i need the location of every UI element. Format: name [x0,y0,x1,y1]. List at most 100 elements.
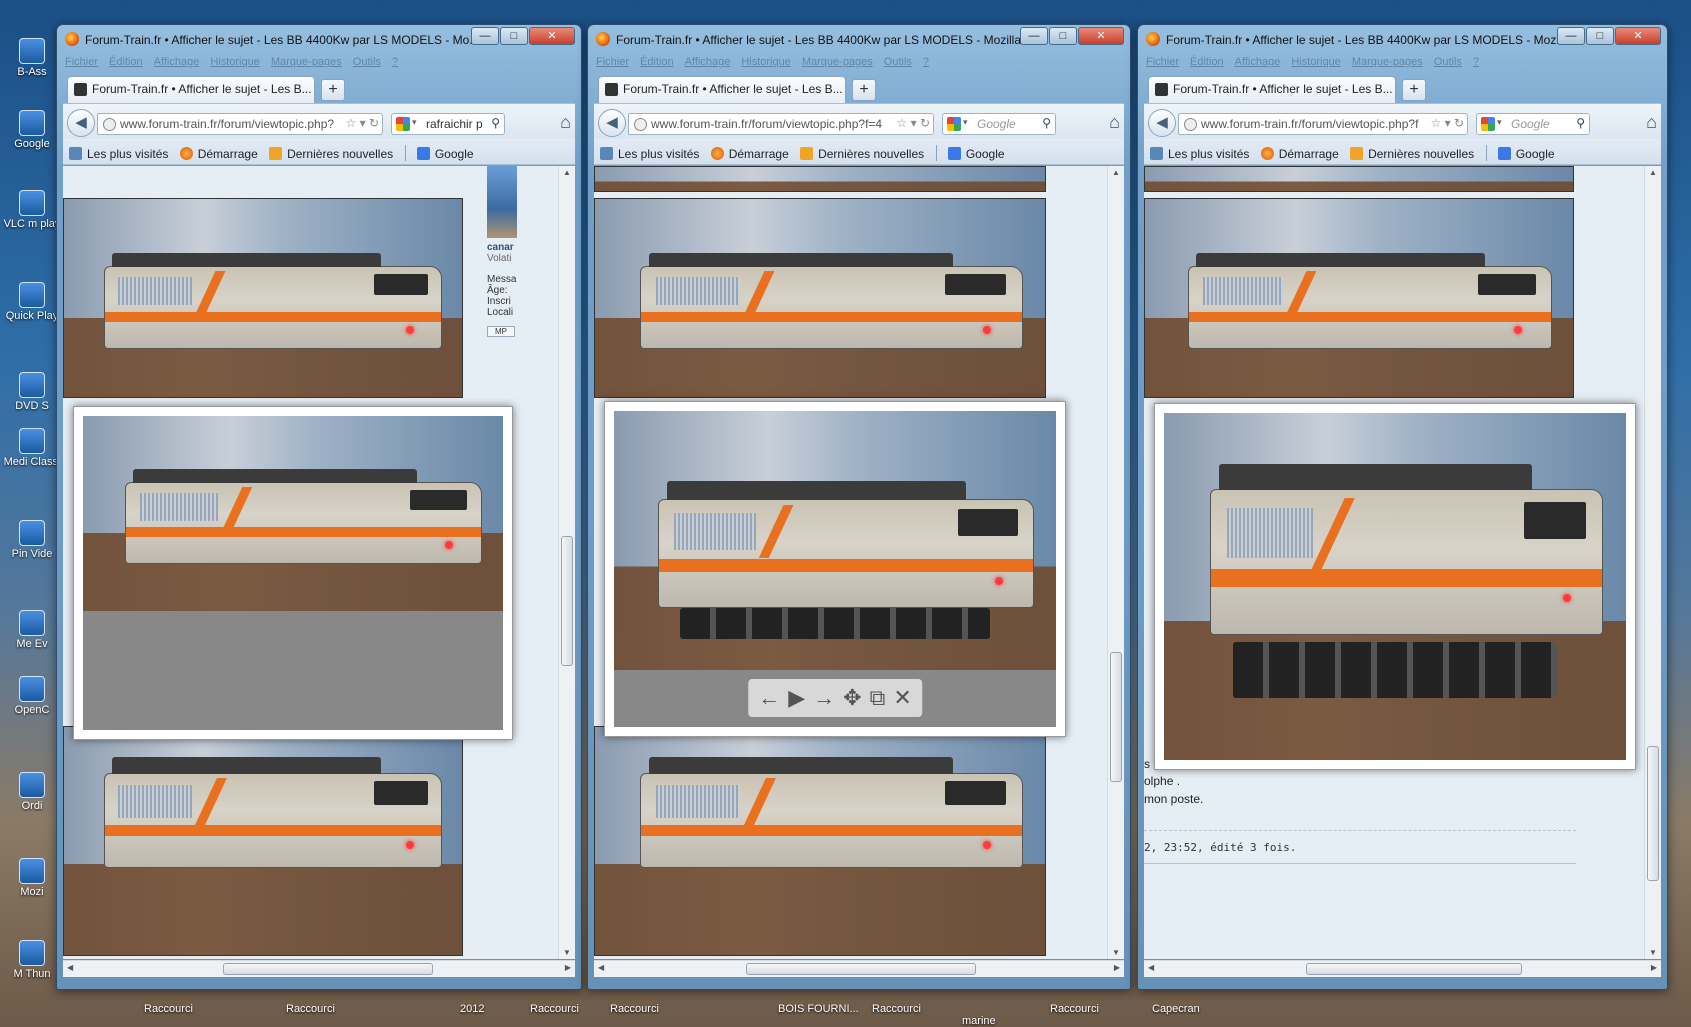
chevron-down-icon[interactable]: ▾ [412,117,417,128]
maximize-button[interactable]: □ [1049,27,1077,45]
reload-icon[interactable]: ↻ [1454,116,1464,130]
menu-edition[interactable]: Édition [640,56,674,68]
chevron-down-icon[interactable]: ▾ [963,117,968,128]
post-photo[interactable] [1144,198,1574,398]
minimize-button[interactable]: — [471,27,499,45]
search-input[interactable]: ▾ Google ⚲ [942,113,1056,135]
bookmark-google[interactable]: Google [947,147,1005,161]
menu-outils[interactable]: Outils [353,56,381,68]
bookmark-most-visited[interactable]: Les plus visités [1150,147,1249,161]
scroll-up-icon[interactable]: ▲ [1112,168,1120,177]
scroll-down-icon[interactable]: ▼ [1649,948,1657,957]
desktop-icon[interactable]: Mozi [2,858,62,898]
menu-affichage[interactable]: Affichage [154,56,200,68]
username[interactable]: canar [487,242,521,253]
scroll-left-icon[interactable]: ◀ [67,963,73,972]
new-tab-button[interactable]: + [1402,79,1426,101]
close-button[interactable]: ✕ [529,27,575,45]
page-content[interactable]: canar Volati Messa Âge: Inscri Locali MP… [63,166,575,959]
browser-window-middle[interactable]: Forum-Train.fr • Afficher le sujet - Les… [587,24,1131,990]
back-button[interactable]: ◀ [598,109,626,137]
menu-outils[interactable]: Outils [884,56,912,68]
desktop-shortcut-label[interactable]: BOIS FOURNI... [778,1003,859,1015]
home-icon[interactable]: ⌂ [1109,112,1120,133]
menu-affichage[interactable]: Affichage [1235,56,1281,68]
arrow-right-icon[interactable]: → [813,685,835,711]
menu-help[interactable]: ? [392,56,398,68]
menu-help[interactable]: ? [1473,56,1479,68]
desktop-shortcut-label[interactable]: Raccourci [1050,1003,1099,1015]
desktop-icon[interactable]: B-Ass [2,38,62,78]
menu-marque-pages[interactable]: Marque-pages [802,56,873,68]
scroll-right-icon[interactable]: ▶ [565,963,571,972]
titlebar[interactable]: Forum-Train.fr • Afficher le sujet - Les… [57,25,581,53]
desktop-icon[interactable]: Me Ev [2,610,62,650]
scroll-thumb[interactable] [223,963,433,975]
menu-historique[interactable]: Historique [1291,56,1341,68]
bookmark-most-visited[interactable]: Les plus visités [600,147,699,161]
menu-help[interactable]: ? [923,56,929,68]
horizontal-scrollbar[interactable]: ◀ ▶ [594,960,1124,977]
browser-window-left[interactable]: Forum-Train.fr • Afficher le sujet - Les… [56,24,582,990]
url-bar[interactable]: www.forum-train.fr/forum/viewtopic.php?f… [628,113,934,135]
desktop-icon[interactable]: DVD S [2,372,62,412]
menu-affichage[interactable]: Affichage [685,56,731,68]
menu-historique[interactable]: Historique [741,56,791,68]
vertical-scrollbar[interactable]: ▲ ▼ [558,166,575,959]
lightbox-overlay[interactable] [73,406,513,740]
menu-fichier[interactable]: Fichier [596,56,629,68]
bookmark-google[interactable]: Google [1497,147,1555,161]
search-icon[interactable]: ⚲ [1576,116,1585,130]
desktop-shortcut-label[interactable]: Raccourci [530,1003,579,1015]
desktop-shortcut-label[interactable]: marine [962,1015,996,1027]
search-input[interactable]: ▾ Google ⚲ [1476,113,1590,135]
bookmark-demarrage[interactable]: Démarrage [710,147,789,161]
horizontal-scrollbar[interactable]: ◀ ▶ [63,960,575,977]
bookmark-dernieres-nouvelles[interactable]: Dernières nouvelles [269,147,393,161]
arrow-left-icon[interactable]: ← [758,685,780,711]
pm-button[interactable]: MP [487,326,515,337]
desktop-icon[interactable]: Ordi [2,772,62,812]
scroll-left-icon[interactable]: ◀ [598,963,604,972]
desktop-icon[interactable]: Google [2,110,62,150]
bookmark-most-visited[interactable]: Les plus visités [69,147,168,161]
menu-marque-pages[interactable]: Marque-pages [271,56,342,68]
desktop-shortcut-label[interactable]: Raccourci [144,1003,193,1015]
chevron-down-icon[interactable]: ▾ [1497,117,1502,128]
play-icon[interactable]: ▶ [788,685,805,711]
url-bar[interactable]: www.forum-train.fr/forum/viewtopic.php? … [97,113,383,135]
menu-fichier[interactable]: Fichier [65,56,98,68]
desktop-shortcut-label[interactable]: Raccourci [286,1003,335,1015]
reload-icon[interactable]: ↻ [920,116,930,130]
close-button[interactable]: ✕ [1078,27,1124,45]
horizontal-scrollbar[interactable]: ◀ ▶ [1144,960,1661,977]
post-photo[interactable] [63,198,463,398]
back-button[interactable]: ◀ [67,109,95,137]
bookmark-google[interactable]: Google [416,147,474,161]
titlebar[interactable]: Forum-Train.fr • Afficher le sujet - Les… [588,25,1130,53]
dropdown-icon[interactable]: ▾ [911,116,917,130]
desktop-icon[interactable]: Pin Vide [2,520,62,560]
search-icon[interactable]: ⚲ [1042,116,1051,130]
menu-fichier[interactable]: Fichier [1146,56,1179,68]
lightbox-photo[interactable] [83,416,503,611]
expand-icon[interactable]: ⧉ [870,685,886,711]
scroll-thumb[interactable] [1647,746,1659,881]
lightbox-overlay[interactable]: ← ▶ → ✥ ⧉ ✕ [604,401,1066,737]
url-bar[interactable]: www.forum-train.fr/forum/viewtopic.php?f… [1178,113,1468,135]
scroll-right-icon[interactable]: ▶ [1114,963,1120,972]
menu-historique[interactable]: Historique [210,56,260,68]
vertical-scrollbar[interactable]: ▲ ▼ [1107,166,1124,959]
bookmark-dernieres-nouvelles[interactable]: Dernières nouvelles [1350,147,1474,161]
scroll-thumb[interactable] [746,963,976,975]
scroll-thumb[interactable] [1306,963,1522,975]
vertical-scrollbar[interactable]: ▲ ▼ [1644,166,1661,959]
desktop-icon[interactable]: Quick Play [2,282,62,322]
lightbox-photo[interactable] [1164,413,1626,760]
avatar[interactable] [487,166,517,238]
search-icon[interactable]: ⚲ [491,116,500,130]
desktop-shortcut-label[interactable]: 2012 [460,1003,484,1015]
move-icon[interactable]: ✥ [843,685,861,711]
dropdown-icon[interactable]: ▾ [1445,116,1451,130]
menu-marque-pages[interactable]: Marque-pages [1352,56,1423,68]
